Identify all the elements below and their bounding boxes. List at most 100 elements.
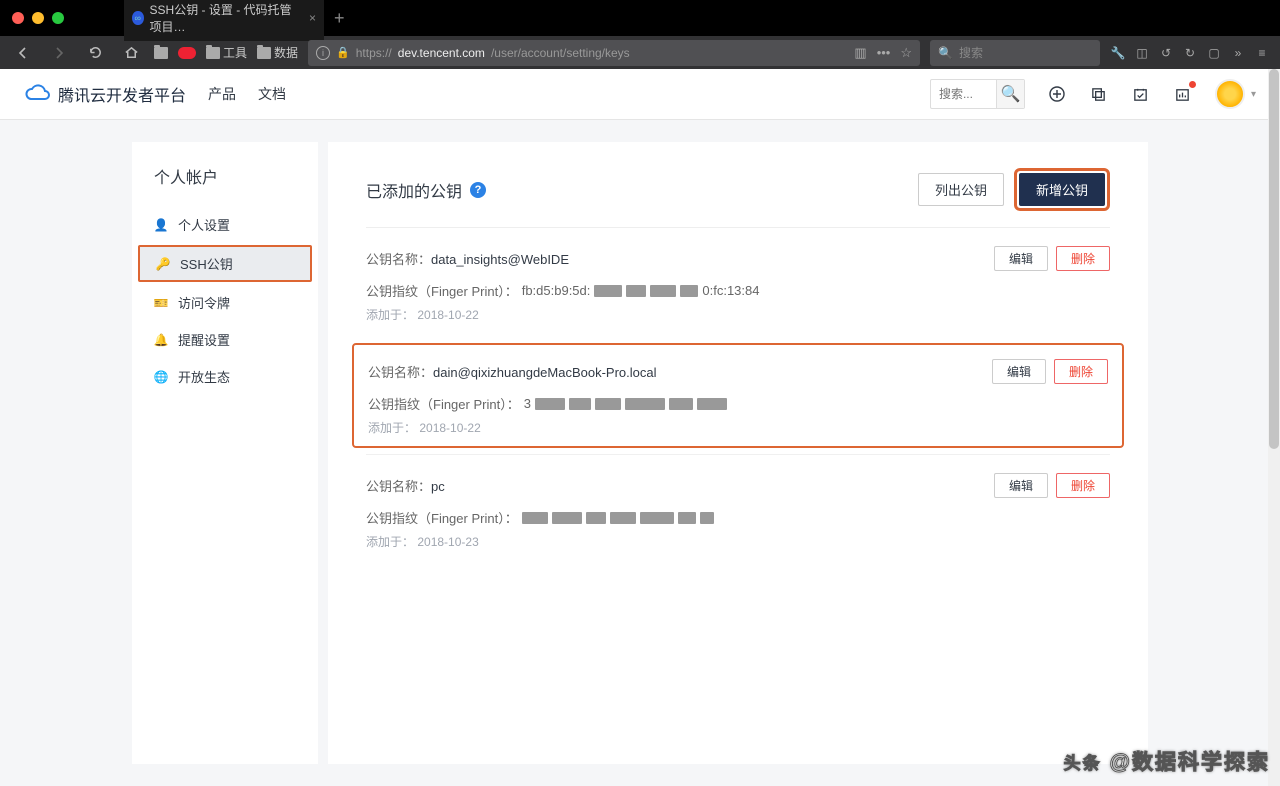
key-name: 公钥名称：pc [366,476,445,495]
watermark: 头条 头条 @数据科学探索@数据科学探索 [1064,746,1270,776]
sidebar-icon[interactable]: ◫ [1134,45,1150,61]
cloud-logo-icon [24,83,52,105]
list-keys-button[interactable]: 列出公钥 [918,173,1004,206]
browser-search-box[interactable]: 🔍 搜索 [930,40,1100,66]
url-protocol: https:// [356,46,392,60]
sidebar-item-notify[interactable]: 🔔 提醒设置 [132,321,318,358]
bookmark-star-icon[interactable]: ☆ [900,45,912,61]
close-window-button[interactable] [12,12,24,24]
sync-back-icon[interactable]: ↺ [1158,45,1174,61]
ticket-icon: 🎫 [154,296,168,310]
maximize-window-button[interactable] [52,12,64,24]
bookmark-label: 工具 [223,44,247,61]
more-icon[interactable]: ••• [877,45,891,61]
nav-product[interactable]: 产品 [208,84,236,104]
ssh-key-item: 公钥名称：data_insights@WebIDE 编辑 删除 公钥指纹（Fin… [366,228,1110,337]
tasks-icon[interactable] [1131,84,1151,104]
sidebar-item-open[interactable]: 🌐 开放生态 [132,358,318,395]
app-search[interactable]: 🔍 [930,79,1025,109]
scrollbar[interactable] [1268,69,1280,786]
minimize-window-button[interactable] [32,12,44,24]
globe-icon: 🌐 [154,370,168,384]
bookmark-label: 数据 [274,44,298,61]
title-text: 已添加的公钥 [366,178,462,202]
key-added-date: 添加于： 2018-10-23 [366,533,1110,550]
create-icon[interactable] [1047,84,1067,104]
sidebar-item-label: 个人设置 [178,215,230,234]
key-fingerprint: 公钥指纹（Finger Print）： fb:d5:b9:5d: 0:fc:13… [366,281,1110,300]
search-submit-icon[interactable]: 🔍 [996,80,1024,108]
edit-key-button[interactable]: 编辑 [992,359,1046,384]
key-icon: 🔑 [156,257,170,271]
overflow-icon[interactable]: » [1230,45,1246,61]
copy-icon[interactable] [1089,84,1109,104]
menu-icon[interactable]: ≡ [1254,45,1270,61]
reload-button[interactable] [82,40,108,66]
url-host: dev.tencent.com [398,46,485,60]
scrollbar-thumb[interactable] [1269,69,1279,449]
window-titlebar: SSH公钥 - 设置 - 代码托管 项目… × + [0,0,1280,36]
home-button[interactable] [118,40,144,66]
url-path: /user/account/setting/keys [491,46,630,60]
browser-tab[interactable]: SSH公钥 - 设置 - 代码托管 项目… × [124,0,324,41]
app-header: 腾讯云开发者平台 产品 文档 🔍 ▾ [0,69,1280,120]
nav-docs[interactable]: 文档 [258,84,286,104]
sidebar: 个人帐户 👤 个人设置 🔑 SSH公钥 🎫 访问令牌 🔔 提醒设置 🌐 开放生态 [132,142,318,764]
add-key-highlight: 新增公钥 [1014,168,1110,211]
bell-icon: 🔔 [154,333,168,347]
sidebar-item-ssh[interactable]: 🔑 SSH公钥 [138,245,312,282]
traffic-lights [12,12,64,24]
site-info-icon[interactable]: i [316,46,330,60]
delete-key-button[interactable]: 删除 [1054,359,1108,384]
search-placeholder: 搜索 [959,44,983,61]
add-key-button[interactable]: 新增公钥 [1019,173,1105,206]
chevron-down-icon: ▾ [1251,89,1256,100]
sidebar-item-personal[interactable]: 👤 个人设置 [132,206,318,243]
ssh-key-item-highlighted: 公钥名称：dain@qixizhuangdeMacBook-Pro.local … [352,343,1124,448]
key-name: 公钥名称：data_insights@WebIDE [366,249,569,268]
main-panel: 已添加的公钥 ? 列出公钥 新增公钥 公钥名称：data_insights@We… [328,142,1148,764]
sidebar-item-label: SSH公钥 [180,254,233,273]
edit-key-button[interactable]: 编辑 [994,246,1048,271]
reader-icon[interactable]: ▥ [854,45,866,61]
sync-fwd-icon[interactable]: ↻ [1182,45,1198,61]
sidebar-item-label: 访问令牌 [178,293,230,312]
bookmark-cloud[interactable] [178,47,196,59]
help-icon[interactable]: ? [470,182,486,198]
address-bar[interactable]: i 🔒 https://dev.tencent.com/user/account… [308,40,920,66]
tab-title: SSH公钥 - 设置 - 代码托管 项目… [150,1,299,35]
new-tab-button[interactable]: + [334,8,345,29]
brand-logo[interactable]: 腾讯云开发者平台 [24,82,186,106]
main-header: 已添加的公钥 ? 列出公钥 新增公钥 [366,168,1110,228]
sidebar-title: 个人帐户 [132,164,318,206]
key-added-date: 添加于： 2018-10-22 [366,306,1110,323]
user-icon: 👤 [154,218,168,232]
stats-icon[interactable] [1173,84,1193,104]
favicon-icon [132,11,144,25]
close-tab-icon[interactable]: × [309,11,316,25]
bookmark-data[interactable]: 数据 [257,44,298,61]
key-added-date: 添加于： 2018-10-22 [368,419,1108,436]
app-search-input[interactable] [931,87,996,101]
bookmark-folder-generic[interactable] [154,47,168,59]
ssh-key-item: 公钥名称：pc 编辑 删除 公钥指纹（Finger Print）： 添加于： 2… [366,454,1110,564]
sidebar-item-label: 提醒设置 [178,330,230,349]
devtools-icon[interactable]: 🔧 [1110,45,1126,61]
key-name: 公钥名称：dain@qixizhuangdeMacBook-Pro.local [368,362,657,381]
sidebar-item-token[interactable]: 🎫 访问令牌 [132,284,318,321]
user-menu[interactable]: ▾ [1215,79,1256,109]
pocket-icon[interactable]: ▢ [1206,45,1222,61]
delete-key-button[interactable]: 删除 [1056,473,1110,498]
bookmark-tools[interactable]: 工具 [206,44,247,61]
page-title: 已添加的公钥 ? [366,178,486,202]
avatar [1215,79,1245,109]
key-fingerprint: 公钥指纹（Finger Print）： [366,508,1110,527]
edit-key-button[interactable]: 编辑 [994,473,1048,498]
key-fingerprint: 公钥指纹（Finger Print）： 3 [368,394,1108,413]
sidebar-item-label: 开放生态 [178,367,230,386]
page-body: 个人帐户 👤 个人设置 🔑 SSH公钥 🎫 访问令牌 🔔 提醒设置 🌐 开放生态 已添加的… [0,120,1280,786]
search-icon: 🔍 [938,46,953,60]
delete-key-button[interactable]: 删除 [1056,246,1110,271]
forward-button[interactable] [46,40,72,66]
back-button[interactable] [10,40,36,66]
